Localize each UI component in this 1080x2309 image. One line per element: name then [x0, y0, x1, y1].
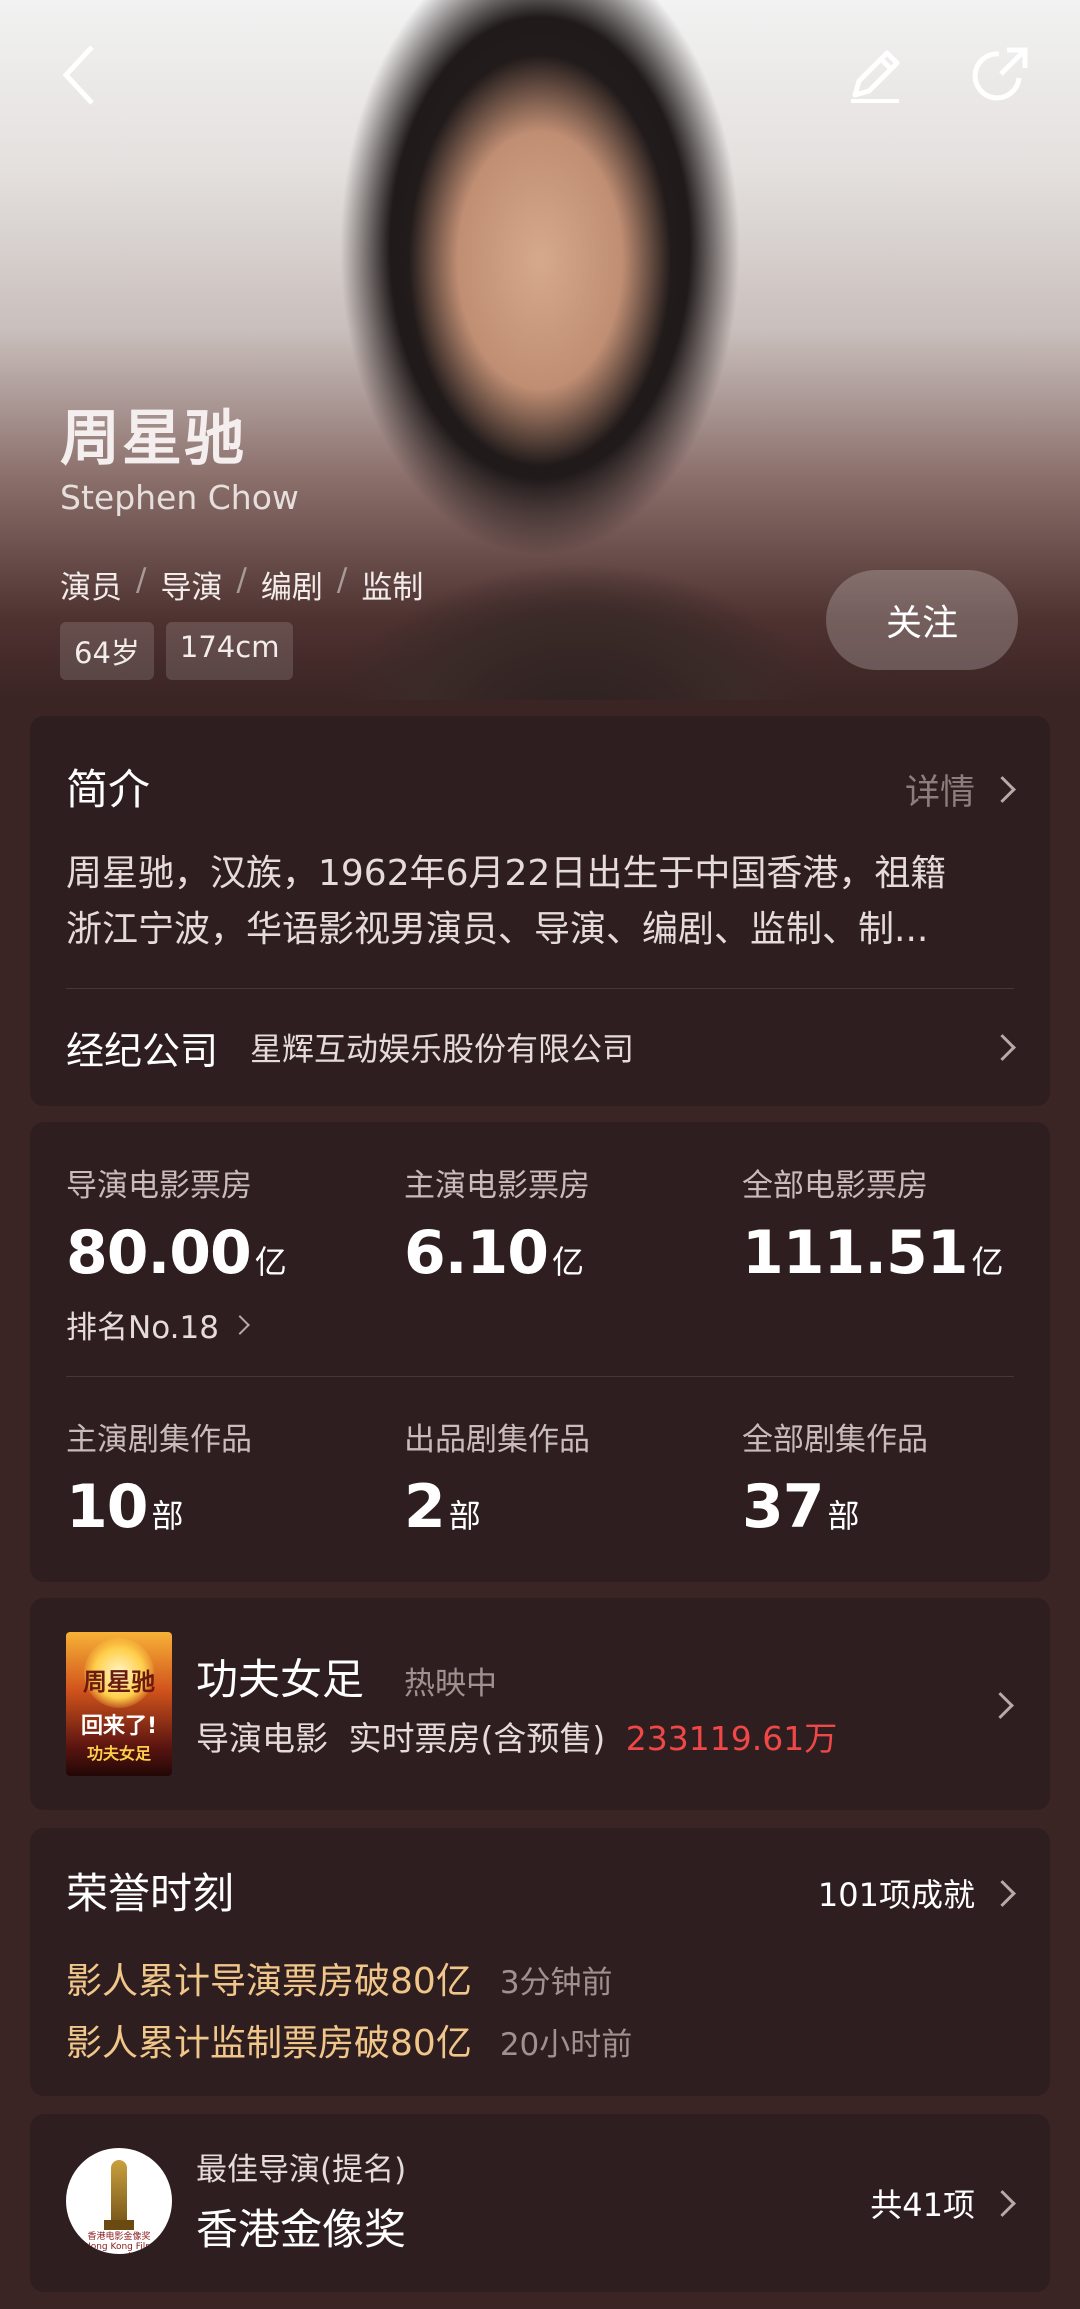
chevron-right-icon: [989, 1879, 1016, 1907]
award-category: 最佳导演(提名): [196, 2152, 407, 2188]
age-tag: 64岁: [60, 622, 154, 680]
intro-card: 简介 详情 周星驰，汉族，1962年6月22日出生于中国香港，祖籍 浙江宁波，华…: [30, 716, 1050, 1106]
poster-movie-name: 功夫女足: [86, 1744, 151, 1763]
movie-title: 功夫女足: [196, 1655, 365, 1704]
agency-row[interactable]: 经纪公司 星辉互动娱乐股份有限公司: [66, 988, 1016, 1106]
honor-text: 影人累计监制票房破80亿: [66, 2014, 472, 2066]
lead-box-number: 6.10: [404, 1218, 549, 1288]
lead-box-label: 主演电影票房: [404, 1168, 590, 1204]
pencil-edit-icon: [851, 50, 900, 103]
honor-item[interactable]: 影人累计监制票房破80亿 20小时前: [66, 2014, 632, 2066]
all-series-number: 37: [742, 1472, 824, 1542]
movie-status: 热映中: [404, 1666, 497, 1702]
role-screenwriter: 编剧: [260, 570, 323, 606]
back-button[interactable]: [50, 40, 110, 110]
box-unit: 亿: [254, 1243, 287, 1281]
lead-box-value: 6.10 亿: [404, 1218, 584, 1288]
poster-title: 周星驰: [83, 1668, 155, 1696]
all-box-number: 111.51: [742, 1218, 969, 1288]
honor-time: 3分钟前: [499, 1965, 613, 2001]
role-director: 导演: [160, 570, 223, 606]
poster-subtitle: 回来了!: [80, 1714, 158, 1739]
produced-series-value: 2部: [404, 1472, 481, 1542]
honors-count: 101项成就: [817, 1876, 975, 1914]
share-button[interactable]: [965, 40, 1035, 110]
honor-item[interactable]: 影人累计导演票房破80亿 3分钟前: [66, 1952, 613, 2004]
honor-text-highlight: 破80亿: [354, 1961, 472, 2002]
role-separator: /: [336, 562, 348, 598]
back-arrow-icon: [62, 45, 94, 105]
statuette-base: [104, 2220, 134, 2230]
actor-name: 周星驰: [60, 404, 246, 474]
all-series-label: 全部剧集作品: [742, 1422, 928, 1458]
all-box-value: 111.51 亿: [742, 1218, 1004, 1288]
divider: [66, 1376, 1014, 1377]
current-movie-card[interactable]: 周星驰 回来了! 功夫女足 功夫女足 热映中 导演电影 实时票房(含预售) 23…: [30, 1598, 1050, 1810]
agency-label: 经纪公司: [66, 1028, 219, 1073]
movie-type: 导演电影: [196, 1719, 328, 1758]
honors-all-link[interactable]: 101项成就: [817, 1870, 1016, 1916]
director-box-rank-link[interactable]: 排名No.18: [66, 1302, 250, 1347]
box-unit: 亿: [971, 1243, 1004, 1281]
all-box-label: 全部电影票房: [742, 1168, 928, 1204]
intro-title: 简介: [66, 765, 151, 814]
award-count-link[interactable]: 共41项: [870, 2180, 1016, 2226]
height-tag: 174cm: [165, 622, 294, 680]
intro-detail-label: 详情: [904, 773, 975, 813]
honor-text-prefix: 影人累计导演票房: [66, 1961, 355, 2002]
honors-card: 荣誉时刻 101项成就 影人累计导演票房破80亿 3分钟前 影人累计监制票房破8…: [30, 1828, 1050, 2096]
role-producer: 监制: [361, 570, 424, 606]
award-logo-caption: 香港电影金像奖 Hong Kong Film Awards: [83, 2232, 155, 2254]
chevron-right-icon: [989, 2189, 1016, 2217]
follow-button[interactable]: 关注: [826, 570, 1018, 670]
director-box-label: 导演电影票房: [66, 1168, 252, 1204]
movie-box-label: 实时票房(含预售): [348, 1719, 606, 1758]
award-logo: 香港电影金像奖 Hong Kong Film Awards: [66, 2148, 172, 2254]
lead-series-number: 10: [66, 1472, 148, 1542]
share-icon: [972, 47, 1028, 101]
director-box-rank: 排名No.18: [66, 1310, 219, 1346]
stats-card: 导演电影票房 80.00 亿 排名No.18 主演电影票房 6.10 亿 全部电影票…: [30, 1122, 1050, 1582]
chevron-right-icon: [230, 1314, 250, 1335]
statuette-graphic: [111, 2160, 127, 2222]
profile-tags: 64岁 174cm: [60, 622, 294, 680]
lead-series-value: 10 部: [66, 1472, 184, 1542]
intro-text: 周星驰，汉族，1962年6月22日出生于中国香港，祖籍 浙江宁波，华语影视男演员…: [66, 846, 1026, 958]
award-card[interactable]: 香港电影金像奖 Hong Kong Film Awards 最佳导演(提名) 香…: [30, 2114, 1050, 2292]
honor-text-prefix: 影人累计监制票房: [66, 2023, 355, 2064]
intro-line: 周星驰，汉族，1962年6月22日出生于中国香港，祖籍: [66, 853, 947, 894]
all-series-value: 37 部: [742, 1472, 860, 1542]
honor-text-highlight: 破80亿: [354, 2023, 472, 2064]
chevron-right-icon: [989, 776, 1016, 803]
series-unit: 部: [827, 1497, 860, 1535]
agency-name: 星辉互动娱乐股份有限公司: [250, 1030, 635, 1068]
honors-title: 荣誉时刻: [66, 1869, 235, 1918]
series-unit: 部: [151, 1497, 184, 1535]
honor-text: 影人累计导演票房破80亿: [66, 1952, 472, 2004]
intro-detail-link[interactable]: 详情: [904, 764, 1016, 815]
award-name: 香港金像奖: [196, 2205, 407, 2254]
edit-button[interactable]: [840, 40, 910, 110]
director-box-value: 80.00 亿: [66, 1218, 287, 1288]
movie-box-value: 233119.61万: [625, 1719, 838, 1758]
box-unit: 亿: [552, 1243, 584, 1281]
actor-english-name: Stephen Chow: [60, 478, 299, 517]
role-separator: /: [136, 562, 147, 598]
movie-poster: 周星驰 回来了! 功夫女足: [66, 1632, 172, 1776]
award-count: 共41项: [870, 2186, 975, 2224]
role-list: 演员 / 导演 / 编剧 / 监制: [60, 562, 423, 607]
movie-info: 导演电影 实时票房(含预售) 233119.61万: [196, 1712, 837, 1760]
director-box-number: 80.00: [66, 1218, 252, 1288]
chevron-right-icon: [987, 1692, 1014, 1719]
intro-line: 浙江宁波，华语影视男演员、导演、编剧、监制、制...: [66, 909, 929, 950]
role-actor: 演员: [60, 570, 122, 606]
produced-series-number: 2: [404, 1472, 446, 1542]
series-unit: 部: [448, 1497, 481, 1535]
role-separator: /: [236, 562, 247, 598]
lead-series-label: 主演剧集作品: [66, 1422, 252, 1458]
chevron-right-icon: [989, 1033, 1016, 1061]
produced-series-label: 出品剧集作品: [404, 1422, 590, 1458]
honor-time: 20小时前: [499, 2027, 633, 2063]
